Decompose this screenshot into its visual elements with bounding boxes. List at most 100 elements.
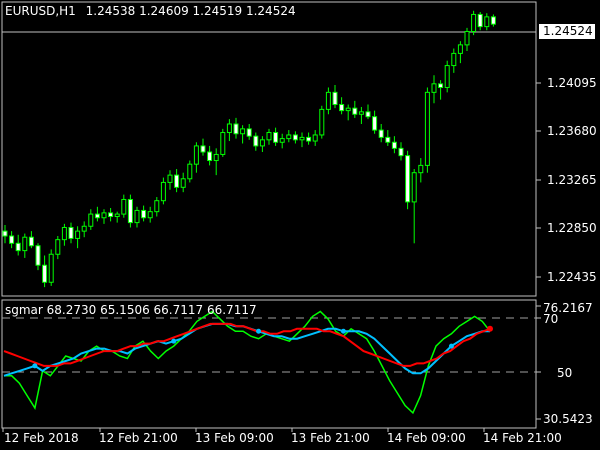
price-axis-label: 1.22850 xyxy=(547,221,597,235)
candle-body xyxy=(385,136,391,143)
chart-header: EURUSD,H1 1.24538 1.24609 1.24519 1.2452… xyxy=(5,4,296,18)
candle-body xyxy=(75,230,81,239)
oscillator-series xyxy=(3,310,493,415)
candle-body xyxy=(339,104,345,112)
candle-body xyxy=(61,226,67,241)
candle-body xyxy=(457,44,463,54)
candle-body xyxy=(114,213,120,218)
price-axis-label: 1.24095 xyxy=(547,76,597,90)
candle-body xyxy=(220,132,226,155)
candle-body xyxy=(233,123,239,135)
time-axis-label: 14 Feb 21:00 xyxy=(483,431,562,445)
candle-body xyxy=(48,253,54,283)
candle-body xyxy=(22,236,28,252)
time-axis-label: 13 Feb 21:00 xyxy=(291,431,370,445)
candle-body xyxy=(81,225,87,232)
candle-body xyxy=(193,145,199,165)
candle-body xyxy=(68,226,74,239)
candle-body xyxy=(167,174,173,183)
candle-body xyxy=(490,16,496,25)
candle-body xyxy=(94,213,100,219)
candle-body xyxy=(352,107,358,115)
candle-body xyxy=(444,65,450,88)
candle-body xyxy=(286,134,292,140)
candle-body xyxy=(431,83,437,93)
candle-body xyxy=(141,209,147,219)
signal-dot-red xyxy=(487,325,493,332)
candle-body xyxy=(332,91,338,106)
candlestick-series xyxy=(2,10,496,288)
candle-body xyxy=(35,245,41,266)
candle-body xyxy=(451,52,457,67)
candle-body xyxy=(207,151,213,162)
time-axis-label: 12 Feb 2018 xyxy=(4,431,79,445)
candle-body xyxy=(108,212,114,218)
candle-body xyxy=(365,111,371,118)
candle-body xyxy=(226,123,232,134)
candle-body xyxy=(418,164,424,174)
candle-body xyxy=(246,128,252,137)
candle-body xyxy=(405,155,411,203)
candle-body xyxy=(147,211,153,219)
candle-body xyxy=(345,107,351,112)
candle-body xyxy=(259,139,265,147)
candle-body xyxy=(101,212,107,219)
candle-body xyxy=(174,174,180,188)
candle-body xyxy=(55,239,61,255)
trading-chart[interactable] xyxy=(0,0,600,450)
candle-body xyxy=(28,236,34,247)
time-axis-label: 12 Feb 21:00 xyxy=(99,431,178,445)
price-axis-label: 1.22435 xyxy=(547,270,597,284)
candle-body xyxy=(42,264,48,283)
candle-body xyxy=(213,153,219,162)
candle-body xyxy=(484,16,490,28)
candle-body xyxy=(187,163,193,180)
indicator-level-low: 50 xyxy=(557,366,573,380)
candle-body xyxy=(180,178,186,188)
candle-body xyxy=(127,198,133,224)
candle-body xyxy=(121,198,127,215)
candle-body xyxy=(266,132,272,141)
candle-body xyxy=(200,145,206,153)
candle-body xyxy=(477,13,483,28)
time-axis-label: 13 Feb 09:00 xyxy=(195,431,274,445)
price-axis-label: 1.23265 xyxy=(547,173,597,187)
candle-body xyxy=(160,181,166,202)
ohlc-values: 1.24538 1.24609 1.24519 1.24524 xyxy=(85,4,296,18)
candle-body xyxy=(358,111,364,115)
indicator-frame xyxy=(1,299,537,429)
candle-body xyxy=(279,138,285,143)
candle-body xyxy=(292,134,298,141)
candle-body xyxy=(438,83,444,88)
candle-body xyxy=(398,147,404,157)
main-chart-frame xyxy=(1,1,537,297)
candle-body xyxy=(299,136,305,141)
indicator-level-high: 70 xyxy=(543,312,559,326)
candle-body xyxy=(253,135,259,147)
candle-body xyxy=(372,116,378,131)
time-axis-label: 14 Feb 09:00 xyxy=(387,431,466,445)
candle-body xyxy=(2,230,8,237)
candle-body xyxy=(240,128,246,135)
candle-body xyxy=(471,13,477,32)
price-axis-ticks xyxy=(536,82,541,420)
signal-dot xyxy=(448,343,454,349)
indicator-scale-min: 30.5423 xyxy=(543,412,593,426)
candle-body xyxy=(306,136,312,142)
candle-body xyxy=(378,129,384,138)
signal-dot xyxy=(171,338,177,344)
signal-dot xyxy=(256,328,262,334)
signal-dot xyxy=(340,328,346,334)
candle-body xyxy=(15,242,21,252)
candle-body xyxy=(9,235,15,244)
candle-body xyxy=(424,91,430,166)
candle-body xyxy=(154,200,160,213)
price-axis-label: 1.23680 xyxy=(547,124,597,138)
oscillator-signal-line xyxy=(3,322,490,377)
candle-body xyxy=(88,213,94,227)
indicator-label: sgmar 68.2730 65.1506 66.7117 66.7117 xyxy=(5,303,257,317)
candle-body xyxy=(464,30,470,46)
signal-dot xyxy=(32,363,38,369)
current-price-badge: 1.24524 xyxy=(539,24,595,39)
candle-body xyxy=(134,209,140,224)
